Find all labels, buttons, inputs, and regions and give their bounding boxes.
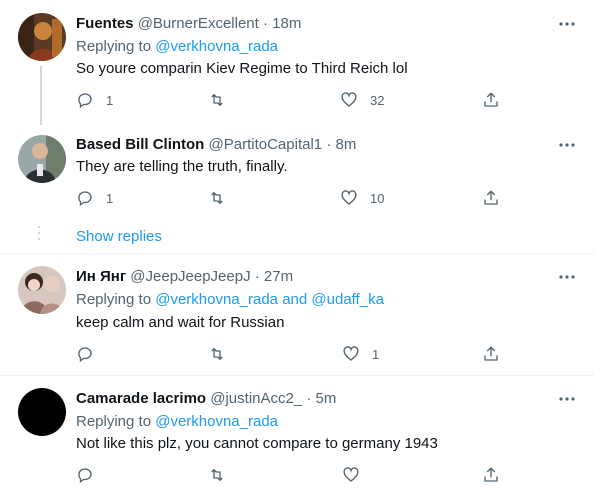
user-handle[interactable]: @justinAcc2_ (210, 390, 302, 407)
share-button[interactable] (482, 90, 500, 110)
heart-icon (343, 467, 359, 482)
share-button[interactable] (482, 188, 500, 208)
mention-link[interactable]: @verkhovna_rada (155, 291, 278, 308)
share-icon (484, 92, 498, 107)
timestamp[interactable]: · 5m (306, 390, 336, 407)
tweet-header: Ин Янг @JeepJeepJeepJ · 27m (76, 268, 293, 285)
tweet-2[interactable]: Based Bill Clinton @PartitoCapital1 · 8m… (0, 125, 594, 253)
display-name[interactable]: Based Bill Clinton (76, 136, 204, 153)
tweet-4[interactable]: Camarade lacrimo @justinAcc2_ · 5m Reply… (0, 376, 594, 498)
reply-button[interactable]: 1 (76, 90, 113, 110)
thread-dots (38, 226, 40, 244)
more-icon[interactable] (558, 390, 576, 408)
reply-button[interactable] (76, 344, 106, 364)
like-button[interactable]: 1 (342, 344, 379, 364)
like-button[interactable] (342, 465, 372, 485)
replying-label: Replying to (76, 413, 152, 430)
heart-icon (343, 346, 359, 361)
share-button[interactable] (482, 344, 500, 364)
tweet-text: They are telling the truth, finally. (76, 158, 288, 175)
retweet-icon (211, 192, 223, 204)
timestamp[interactable]: · 18m (263, 15, 301, 32)
tweet-header: Fuentes @BurnerExcellent · 18m (76, 15, 301, 32)
mention-link[interactable]: @udaff_ka (311, 291, 384, 308)
retweet-icon (211, 348, 223, 360)
retweet-button[interactable] (208, 465, 238, 485)
reply-icon (78, 347, 92, 363)
heart-icon (341, 190, 357, 205)
display-name[interactable]: Fuentes (76, 15, 134, 32)
thread-line (40, 66, 42, 125)
more-icon[interactable] (558, 15, 576, 33)
tweet-3[interactable]: Ин Янг @JeepJeepJeepJ · 27m Replying to … (0, 254, 594, 375)
timestamp[interactable]: · 27m (255, 268, 293, 285)
retweet-button[interactable] (208, 188, 238, 208)
user-handle[interactable]: @BurnerExcellent (138, 15, 259, 32)
reply-button[interactable] (76, 465, 106, 485)
avatar[interactable] (18, 13, 66, 61)
display-name[interactable]: Ин Янг (76, 268, 126, 285)
tweet-header: Camarade lacrimo @justinAcc2_ · 5m (76, 390, 336, 407)
tweet-text: So youre comparin Kiev Regime to Third R… (76, 60, 408, 77)
reply-count: 1 (106, 92, 114, 108)
reply-icon (78, 468, 92, 484)
tweet-header: Based Bill Clinton @PartitoCapital1 · 8m (76, 136, 356, 153)
mention-joiner: and (282, 291, 308, 308)
replying-to: Replying to @verkhovna_rada and @udaff_k… (76, 291, 384, 308)
more-icon[interactable] (558, 136, 576, 154)
timestamp[interactable]: · 8m (326, 136, 356, 153)
like-count: 1 (372, 346, 380, 362)
display-name[interactable]: Camarade lacrimo (76, 390, 206, 407)
share-icon (484, 346, 498, 361)
tweet-text: Not like this plz, you cannot compare to… (76, 435, 438, 452)
avatar[interactable] (18, 266, 66, 314)
mention-link[interactable]: @verkhovna_rada (155, 413, 278, 430)
share-icon (484, 467, 498, 482)
retweet-icon (211, 94, 223, 106)
avatar[interactable] (18, 135, 66, 183)
reply-count: 1 (106, 190, 114, 206)
replying-to: Replying to @verkhovna_rada (76, 413, 278, 430)
tweet-text: keep calm and wait for Russian (76, 314, 285, 331)
avatar[interactable] (18, 388, 66, 436)
more-icon[interactable] (558, 268, 576, 286)
user-handle[interactable]: @PartitoCapital1 (209, 136, 323, 153)
retweet-icon (211, 469, 223, 481)
heart-icon (341, 92, 357, 107)
like-button[interactable]: 32 (340, 90, 384, 110)
retweet-button[interactable] (208, 344, 238, 364)
share-button[interactable] (482, 465, 500, 485)
share-icon (484, 190, 498, 205)
user-handle[interactable]: @JeepJeepJeepJ (130, 268, 250, 285)
like-count: 10 (370, 190, 385, 206)
replying-label: Replying to (76, 291, 152, 308)
reply-icon (78, 93, 92, 109)
replying-to: Replying to @verkhovna_rada (76, 38, 278, 55)
replying-label: Replying to (76, 38, 152, 55)
reply-icon (78, 191, 92, 207)
mention-link[interactable]: @verkhovna_rada (155, 38, 278, 55)
reply-button[interactable]: 1 (76, 188, 113, 208)
show-replies-link[interactable]: Show replies (76, 228, 162, 245)
retweet-button[interactable] (208, 90, 238, 110)
tweet-1[interactable]: Fuentes @BurnerExcellent · 18m Replying … (0, 0, 594, 125)
like-count: 32 (370, 92, 385, 108)
like-button[interactable]: 10 (340, 188, 384, 208)
